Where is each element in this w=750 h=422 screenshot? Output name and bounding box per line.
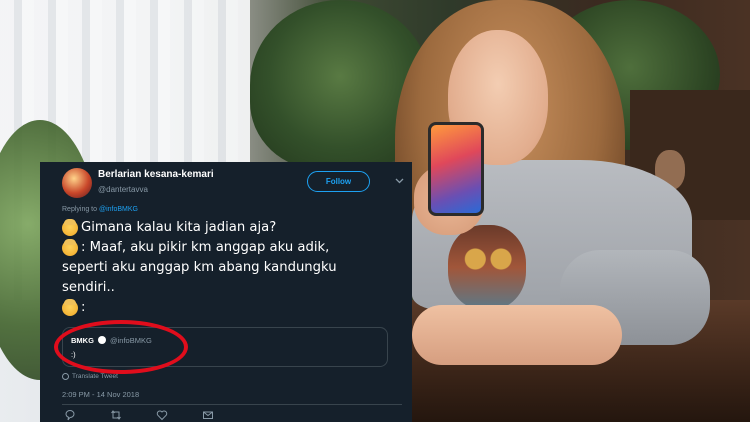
tweet-card: Berlarian kesana-kemari @dantertavva Fol… <box>40 162 412 422</box>
tweet-line-text: Gimana kalau kita jadian aja? <box>81 220 277 235</box>
chevron-down-icon[interactable] <box>395 176 404 186</box>
woman-arm <box>412 305 622 365</box>
message-icon[interactable] <box>202 408 214 420</box>
replying-to-link[interactable]: @infoBMKG <box>99 206 138 213</box>
tweet-timestamp[interactable]: 2:09 PM - 14 Nov 2018 <box>62 390 139 399</box>
replying-to: Replying to @infoBMKG <box>62 206 138 213</box>
divider <box>62 404 402 405</box>
tweet-actions <box>62 408 262 422</box>
tweet-line-text: : <box>81 300 86 315</box>
replying-prefix: Replying to <box>62 206 99 213</box>
tweet-text: Gimana kalau kita jadian aja? : Maaf, ak… <box>62 218 402 318</box>
globe-icon <box>62 373 69 380</box>
owl-print <box>448 225 526 310</box>
girl-emoji-icon <box>62 239 78 256</box>
boy-emoji-icon <box>62 219 78 236</box>
retweet-icon[interactable] <box>110 408 122 420</box>
user-handle[interactable]: @dantertavva <box>98 185 148 194</box>
like-icon[interactable] <box>156 408 168 421</box>
tweet-line: : Maaf, aku pikir km anggap aku adik, <box>62 238 402 258</box>
tweet-line: Gimana kalau kita jadian aja? <box>62 218 402 238</box>
highlight-circle <box>54 320 188 374</box>
translate-label: Translate Tweet <box>72 373 118 380</box>
tweet-line-text: seperti aku anggap km abang kandungku <box>62 260 337 275</box>
tweet-line-text: sendiri.. <box>62 280 115 295</box>
tweet-line-text: : Maaf, aku pikir km anggap aku adik, <box>81 240 330 255</box>
follow-button[interactable]: Follow <box>307 171 370 192</box>
tweet-header: Berlarian kesana-kemari @dantertavva Fol… <box>62 166 404 200</box>
tweet-line: sendiri.. <box>62 278 402 298</box>
display-name[interactable]: Berlarian kesana-kemari <box>98 169 214 180</box>
boy-emoji-icon <box>62 299 78 316</box>
tweet-line: seperti aku anggap km abang kandungku <box>62 258 402 278</box>
translate-tweet[interactable]: Translate Tweet <box>62 373 118 380</box>
tweet-line: : <box>62 298 402 318</box>
reply-icon[interactable] <box>64 408 76 421</box>
smartphone <box>428 122 484 216</box>
avatar[interactable] <box>62 168 92 198</box>
